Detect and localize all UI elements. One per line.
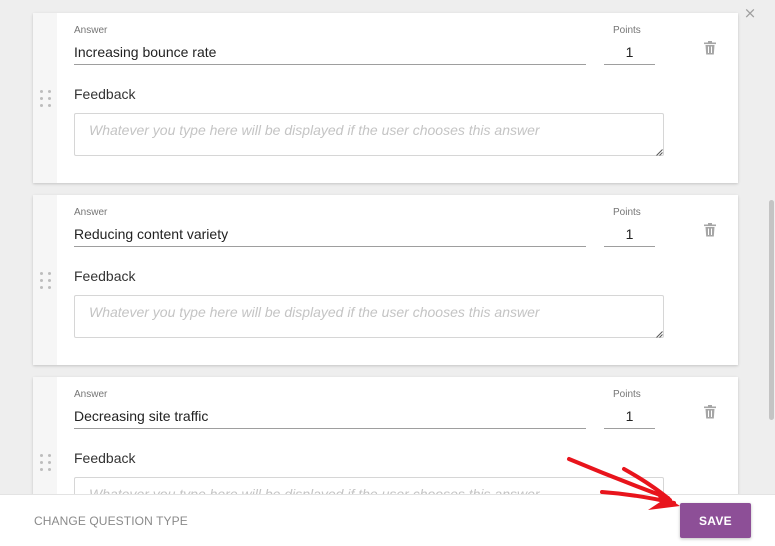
drag-handle[interactable] [33,195,57,365]
change-question-type-link[interactable]: CHANGE QUESTION TYPE [34,514,188,528]
answer-card: Answer Points Reducing content variety 1… [33,195,738,365]
points-input[interactable]: 1 [604,41,655,65]
annotation-arrow-icon [567,457,680,510]
resize-grip-icon[interactable] [656,331,663,338]
answer-label: Answer [74,207,108,218]
trash-icon[interactable] [704,223,716,237]
drag-handle[interactable] [33,13,57,183]
answer-input[interactable]: Increasing bounce rate [74,41,586,65]
answers-panel: × Answer Points Increasing bounce rate 1… [0,0,775,494]
points-label: Points [613,389,641,400]
feedback-label: Feedback [74,450,136,466]
points-label: Points [613,25,641,36]
resize-grip-icon[interactable] [656,149,663,156]
feedback-textarea[interactable]: Whatever you type here will be displayed… [74,295,664,338]
close-icon[interactable]: × [743,6,757,21]
feedback-label: Feedback [74,268,136,284]
points-input[interactable]: 1 [604,405,655,429]
drag-handle-icon [40,454,52,472]
points-input[interactable]: 1 [604,223,655,247]
points-label: Points [613,207,641,218]
feedback-textarea[interactable]: Whatever you type here will be displayed… [74,113,664,156]
trash-icon[interactable] [704,41,716,55]
answer-input[interactable]: Reducing content variety [74,223,586,247]
answer-input[interactable]: Decreasing site traffic [74,405,586,429]
scrollbar[interactable] [769,200,774,420]
feedback-label: Feedback [74,86,136,102]
save-button[interactable]: SAVE [680,503,751,538]
drag-handle[interactable] [33,377,57,494]
drag-handle-icon [40,272,52,290]
answer-label: Answer [74,25,108,36]
answer-card: Answer Points Increasing bounce rate 1 F… [33,13,738,183]
trash-icon[interactable] [704,405,716,419]
answer-label: Answer [74,389,108,400]
drag-handle-icon [40,90,52,108]
